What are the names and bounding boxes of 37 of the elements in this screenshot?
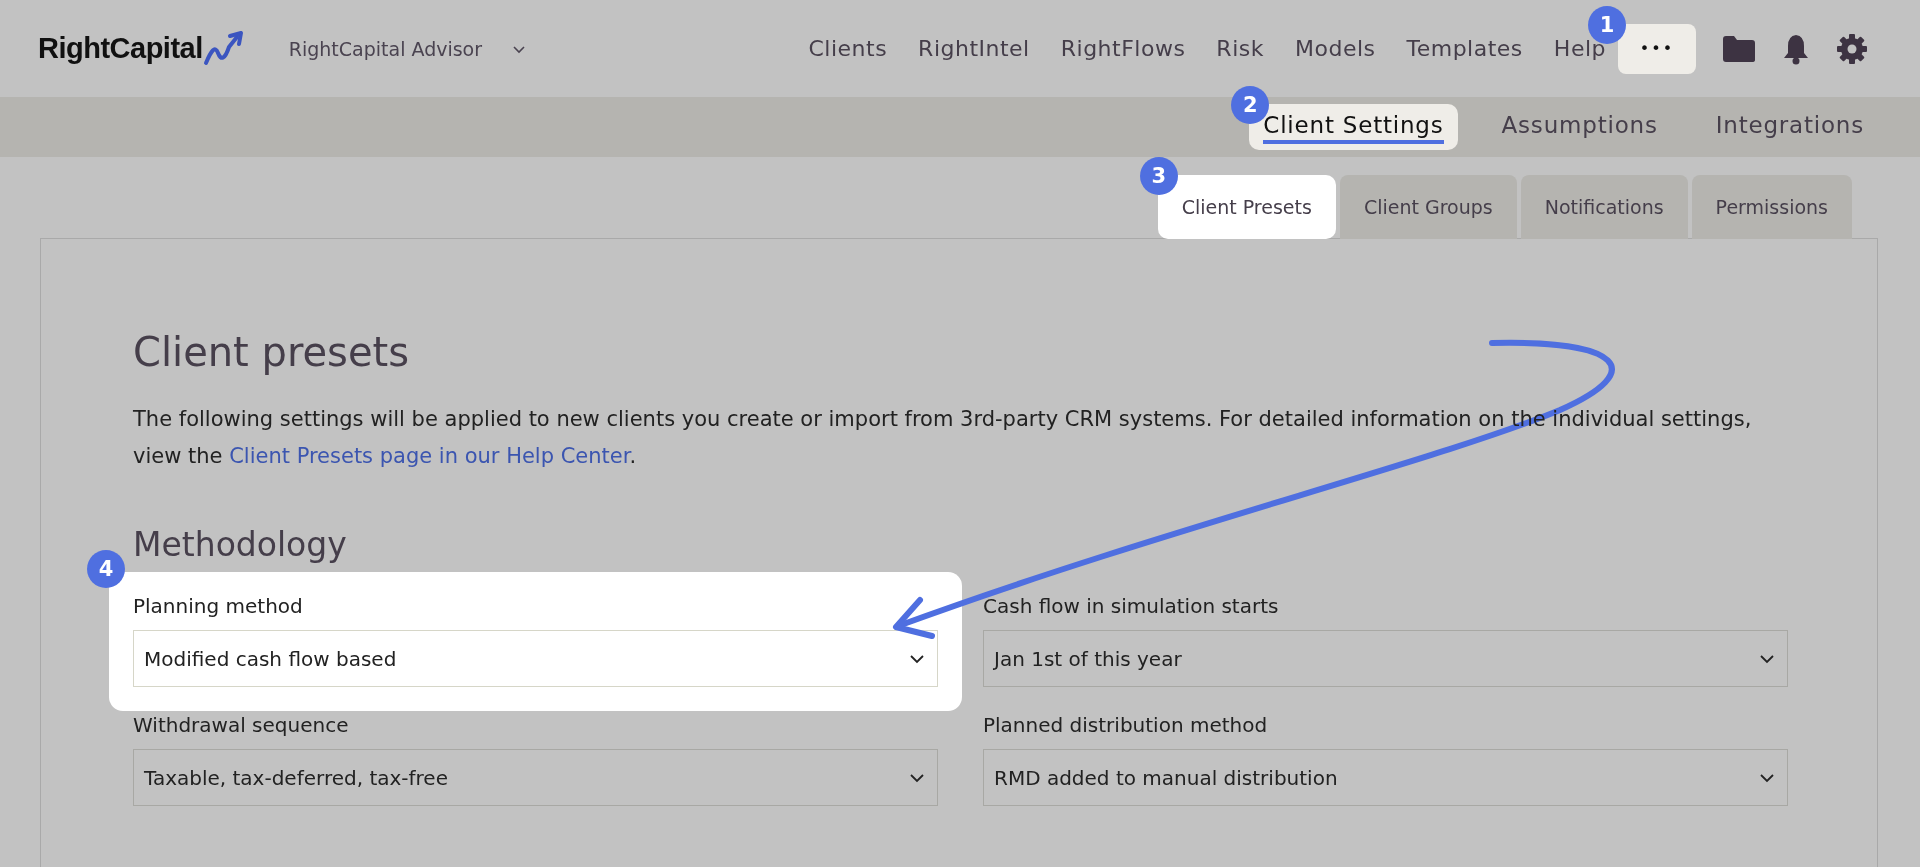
settings-tab[interactable]: Assumptions [1487, 104, 1672, 150]
select-field[interactable]: Jan 1st of this year [983, 630, 1788, 687]
callout-badge: 1 [1588, 5, 1626, 44]
tab[interactable]: Permissions [1691, 175, 1852, 239]
callout-badge: 4 [87, 550, 125, 588]
nav-link[interactable]: Clients [808, 36, 888, 61]
account-dropdown[interactable]: RightCapital Advisor [288, 37, 527, 60]
section-heading: Methodology [133, 525, 348, 564]
select-field[interactable]: RMD added to manual distribution [983, 749, 1788, 806]
chevron-down-icon [909, 772, 925, 783]
logo-arrow-icon [202, 30, 245, 67]
help-link[interactable]: Client Presets page in our Help Center [229, 444, 630, 468]
field-label: Planned distribution method [983, 713, 1269, 737]
select-field[interactable]: Modified cash flow based [133, 630, 938, 687]
tab[interactable]: Notifications [1520, 175, 1688, 239]
callout-badge: 3 [1139, 157, 1178, 195]
more-button[interactable]: ••• [1618, 23, 1696, 74]
nav-link[interactable]: RightFlows [1060, 36, 1186, 61]
nav-link[interactable]: RightIntel [918, 36, 1030, 61]
chevron-down-icon [1759, 653, 1775, 664]
tab[interactable]: Client Groups [1339, 175, 1517, 239]
field-label: Planning method [133, 594, 304, 618]
select-field[interactable]: Taxable, tax-deferred, tax-free [133, 749, 938, 806]
bell-icon[interactable] [1782, 32, 1810, 65]
page-title: Client presets [133, 329, 411, 375]
logo-text: RightCapital [38, 32, 203, 65]
nav-link[interactable]: Risk [1216, 36, 1264, 61]
nav-link[interactable]: Templates [1406, 36, 1523, 61]
field-label: Cash flow in simulation starts [983, 594, 1280, 618]
chevron-down-icon [909, 653, 925, 664]
field-label: Withdrawal sequence [133, 713, 350, 737]
chevron-down-icon [1759, 772, 1775, 783]
folder-icon[interactable] [1722, 34, 1756, 63]
nav-link[interactable]: Models [1294, 36, 1376, 61]
chevron-down-icon [512, 43, 527, 54]
settings-tab[interactable]: Integrations [1701, 104, 1878, 150]
settings-icon[interactable] [1836, 32, 1868, 65]
